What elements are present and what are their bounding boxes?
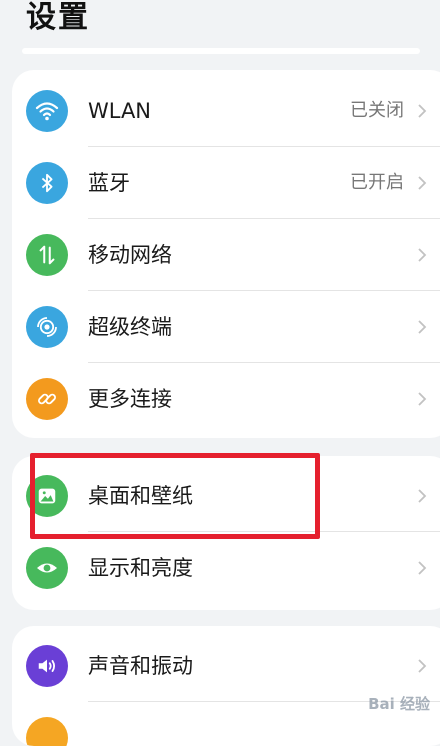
chevron-right-icon [418,176,427,190]
link-icon [26,378,68,420]
chevron-right-icon [418,248,427,262]
chevron-right-icon [418,320,427,334]
bluetooth-icon [26,162,68,204]
settings-item-more-connections[interactable]: 更多连接 [12,363,440,435]
settings-item-status: 已开启 [350,172,404,193]
chevron-right-icon [418,392,427,406]
settings-item-wlan[interactable]: WLAN 已关闭 [12,75,440,147]
settings-item-label: WLAN [88,99,152,123]
settings-group-sound: 声音和振动 [12,626,440,746]
settings-item-label: 移动网络 [88,243,172,267]
settings-item-label: 超级终端 [88,315,172,339]
settings-group-connectivity: WLAN 已关闭 蓝牙 已开启 移动网络 超级终端 更多连接 [12,70,440,438]
mobile-data-icon [26,234,68,276]
settings-item-label: 更多连接 [88,387,172,411]
watermark: Bai 经验 [368,695,430,713]
chevron-right-icon [418,659,427,673]
super-device-icon [26,306,68,348]
settings-item-label: 蓝牙 [88,171,130,195]
chevron-right-icon [418,104,427,118]
partial-icon [26,717,68,746]
search-bar[interactable] [22,48,420,54]
display-eye-icon [26,547,68,589]
settings-item-super-device[interactable]: 超级终端 [12,291,440,363]
settings-item-bluetooth[interactable]: 蓝牙 已开启 [12,147,440,219]
settings-item-label: 声音和振动 [88,654,193,678]
settings-item-sound-vibration[interactable]: 声音和振动 [12,630,440,702]
settings-item-label: 显示和亮度 [88,556,193,580]
settings-item-display-brightness[interactable]: 显示和亮度 [12,532,440,604]
page-title: 设置 [26,0,90,35]
highlight-box [30,453,320,539]
chevron-right-icon [418,561,427,575]
settings-item-status: 已关闭 [350,100,404,121]
sound-icon [26,645,68,687]
wifi-icon [26,90,68,132]
chevron-right-icon [418,489,427,503]
settings-item-mobile-network[interactable]: 移动网络 [12,219,440,291]
